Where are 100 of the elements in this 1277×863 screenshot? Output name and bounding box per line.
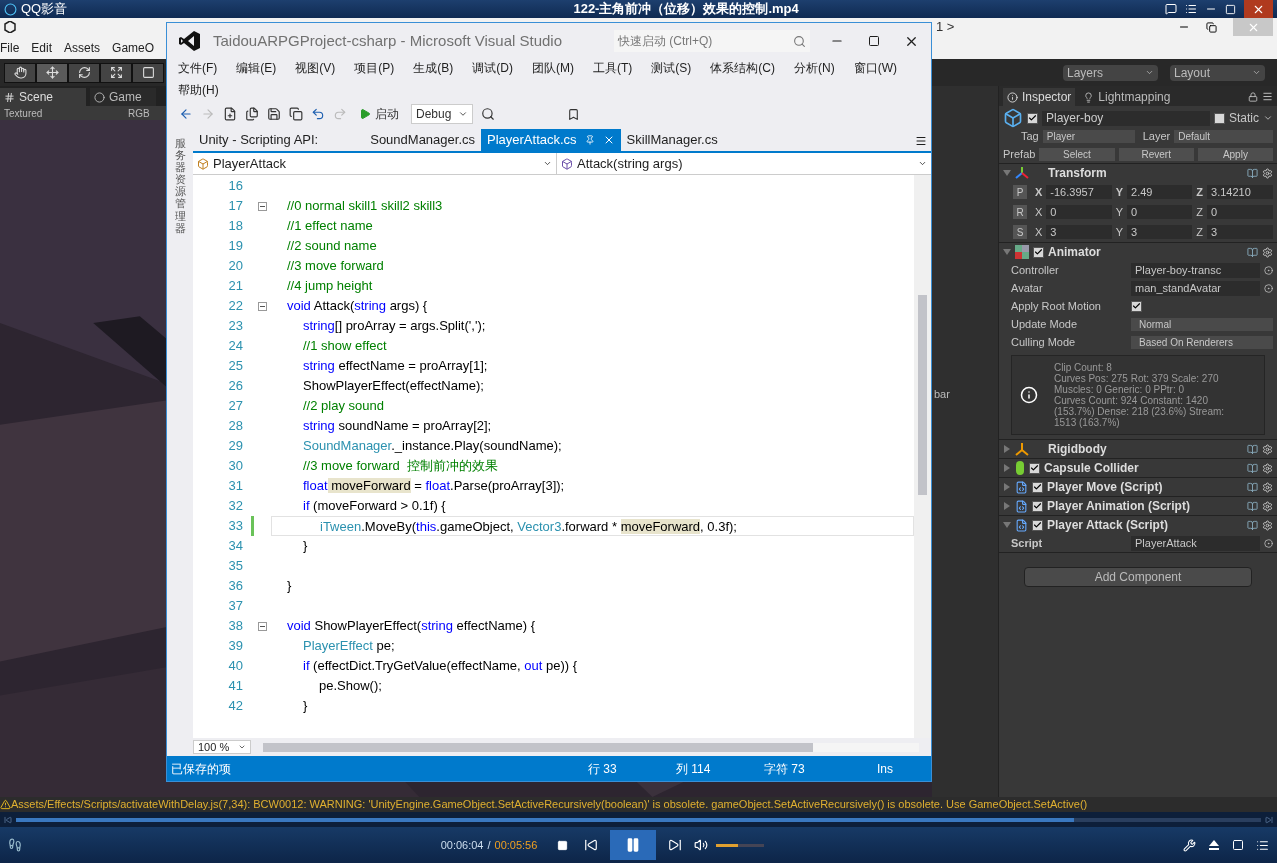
checkbox[interactable] [1032,481,1043,493]
tab-menu-icon[interactable] [915,135,927,147]
tool-button[interactable] [4,62,36,83]
menu-item[interactable]: 分析(N) [794,59,835,77]
checkbox[interactable] [1131,300,1142,312]
settings-icon[interactable] [1262,246,1273,258]
previous-icon[interactable] [584,838,599,852]
settings-icon[interactable] [1262,481,1273,493]
panel-tab[interactable]: Inspector [1003,88,1076,106]
tool-button[interactable] [68,62,100,83]
list-icon[interactable] [1185,3,1197,15]
transform-button[interactable]: S [1013,225,1027,239]
collapse-arrow-icon[interactable] [1003,169,1011,177]
pause-button[interactable] [610,830,657,860]
lock-icon[interactable] [1248,92,1258,102]
save-all-icon[interactable] [289,107,303,121]
progress-bar[interactable] [16,817,1261,822]
member-dropdown[interactable]: Attack(string args) [557,153,931,174]
help-icon[interactable] [1247,246,1258,258]
settings-icon[interactable] [1262,500,1273,512]
dropdown[interactable]: Normal [1131,317,1273,331]
save-icon[interactable] [267,107,281,121]
open-files-icon[interactable] [245,107,259,121]
transform-button[interactable]: R [1013,205,1027,219]
file-tab[interactable]: SkillManager.cs [620,129,724,151]
menu-item[interactable]: 团队(M) [532,59,574,77]
chat-icon[interactable] [1165,3,1177,15]
menu-item[interactable]: Edit [31,38,53,57]
expand-arrow-icon[interactable] [1003,464,1011,472]
quick-launch-field[interactable]: 快速启动 (Ctrl+Q) [614,30,810,52]
tool-button[interactable] [100,62,132,83]
fold-icon[interactable] [258,201,267,211]
number-field[interactable]: 3.14210 [1207,185,1273,199]
expand-arrow-icon[interactable] [1003,502,1011,510]
menu-item[interactable]: 文件(F) [178,59,218,77]
prefab-button[interactable]: Apply [1197,147,1273,161]
footprint-icon[interactable] [8,838,22,852]
volume-slider[interactable] [716,843,765,847]
screen-icon[interactable] [1232,839,1244,851]
dropdown-icon[interactable] [1263,113,1273,123]
settings-icon[interactable] [1262,443,1273,455]
start-button[interactable]: 启动 [355,105,403,123]
playlist-icon[interactable] [1256,838,1269,852]
help-icon[interactable] [1247,481,1258,493]
object-picker-icon[interactable] [1264,283,1273,293]
zoom-dropdown[interactable]: 100 % [193,740,251,754]
layout-dropdown[interactable]: Layout [1170,64,1265,81]
config-dropdown[interactable]: Debug [411,104,473,124]
checkbox[interactable] [1032,500,1043,512]
menu-item[interactable]: 项目(P) [354,59,395,77]
menu-item[interactable]: Assets [64,38,101,57]
scene-option[interactable]: Textured [0,105,128,121]
object-picker-icon[interactable] [1264,265,1273,275]
close-button[interactable] [1244,0,1273,18]
find-icon[interactable] [481,107,495,121]
checkbox[interactable] [1214,112,1225,124]
tool-button[interactable] [132,62,164,83]
menu-item[interactable]: 窗口(W) [853,59,897,77]
collapse-arrow-icon[interactable] [1003,248,1011,256]
add-component-button[interactable]: Add Component [1024,567,1252,587]
menu-item[interactable]: 调试(D) [472,59,513,77]
layer-dropdown[interactable]: Default [1174,130,1273,143]
panel-tab[interactable]: Game [90,88,156,106]
settings-icon[interactable] [1262,519,1273,531]
menu-item[interactable]: 测试(S) [651,59,692,77]
number-field[interactable]: -16.3957 [1046,185,1112,199]
tool-button[interactable] [36,62,68,83]
prefab-button[interactable]: Revert [1118,147,1194,161]
number-field[interactable]: 0 [1127,205,1193,219]
object-field[interactable]: PlayerAttack [1131,535,1260,551]
menu-item[interactable]: GameO [112,38,155,57]
checkbox[interactable] [1032,519,1043,531]
menu-item[interactable]: 帮助(H) [178,81,219,99]
back-icon[interactable] [179,107,193,121]
expand-arrow-icon[interactable] [1003,483,1011,491]
menu-item[interactable]: File [0,38,20,57]
help-icon[interactable] [1247,500,1258,512]
transform-button[interactable]: P [1013,185,1027,199]
menu-item[interactable]: 视图(V) [295,59,336,77]
help-icon[interactable] [1247,443,1258,455]
settings-icon[interactable] [1262,462,1273,474]
help-icon[interactable] [1247,462,1258,474]
menu-item[interactable]: 体系结构(C) [710,59,775,77]
bookmark-icon[interactable] [567,107,580,121]
new-file-icon[interactable] [223,107,237,121]
prefab-button[interactable]: Select [1039,147,1115,161]
menu-item[interactable]: 生成(B) [413,59,454,77]
tag-dropdown[interactable]: Player [1042,130,1135,143]
help-icon[interactable] [1247,167,1258,179]
stop-icon[interactable] [557,839,569,851]
fold-icon[interactable] [258,301,267,311]
maximize-icon[interactable] [868,35,880,47]
number-field[interactable]: 3 [1046,225,1112,239]
eject-icon[interactable] [1208,839,1220,851]
tools-icon[interactable] [1183,838,1196,852]
help-icon[interactable] [1247,519,1258,531]
number-field[interactable]: 2.49 [1127,185,1193,199]
number-field[interactable]: 3 [1207,225,1273,239]
volume-icon[interactable] [694,838,709,852]
checkbox[interactable] [1033,246,1044,258]
